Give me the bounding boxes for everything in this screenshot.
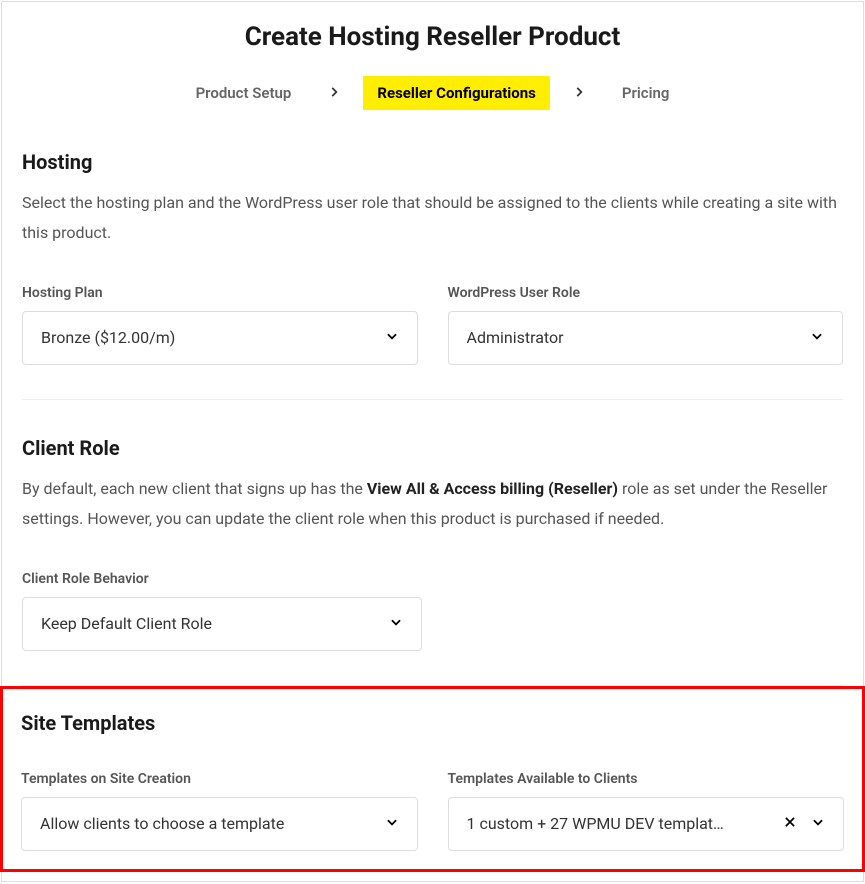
hosting-section-desc: Select the hosting plan and the WordPres… <box>22 188 843 249</box>
chevron-right-icon <box>572 84 586 103</box>
chevron-down-icon <box>811 814 825 833</box>
wp-role-label: WordPress User Role <box>448 285 844 301</box>
client-role-behavior-value: Keep Default Client Role <box>41 614 212 633</box>
wp-role-value: Administrator <box>467 328 564 347</box>
hosting-plan-label: Hosting Plan <box>22 285 418 301</box>
site-templates-section-title: Site Templates <box>21 711 844 735</box>
step-reseller-configurations[interactable]: Reseller Configurations <box>363 76 550 110</box>
client-role-behavior-label: Client Role Behavior <box>22 571 422 587</box>
divider <box>22 399 843 400</box>
templates-available-value: 1 custom + 27 WPMU DEV templat… <box>467 814 724 833</box>
step-product-setup[interactable]: Product Setup <box>182 76 306 110</box>
clear-icon[interactable] <box>783 814 797 833</box>
templates-creation-select[interactable]: Allow clients to choose a template <box>21 797 418 851</box>
chevron-down-icon <box>385 814 399 833</box>
client-role-desc-bold: View All & Access billing (Reseller) <box>367 479 618 498</box>
chevron-down-icon <box>810 328 824 347</box>
site-templates-highlight: Site Templates Templates on Site Creatio… <box>0 686 865 872</box>
wizard-steps: Product Setup Reseller Configurations Pr… <box>2 76 863 110</box>
hosting-plan-value: Bronze ($12.00/m) <box>41 328 175 347</box>
hosting-plan-select[interactable]: Bronze ($12.00/m) <box>22 311 418 365</box>
chevron-right-icon <box>327 84 341 103</box>
templates-available-select[interactable]: 1 custom + 27 WPMU DEV templat… <box>448 797 845 851</box>
chevron-down-icon <box>389 614 403 633</box>
templates-creation-value: Allow clients to choose a template <box>40 814 284 833</box>
client-role-behavior-select[interactable]: Keep Default Client Role <box>22 597 422 651</box>
templates-available-label: Templates Available to Clients <box>448 771 845 787</box>
page-title: Create Hosting Reseller Product <box>2 22 863 52</box>
templates-creation-label: Templates on Site Creation <box>21 771 418 787</box>
chevron-down-icon <box>385 328 399 347</box>
client-role-section-title: Client Role <box>22 436 843 460</box>
client-role-desc-pre: By default, each new client that signs u… <box>22 479 367 498</box>
step-pricing[interactable]: Pricing <box>608 76 684 110</box>
wp-role-select[interactable]: Administrator <box>448 311 844 365</box>
client-role-section-desc: By default, each new client that signs u… <box>22 474 843 535</box>
hosting-section-title: Hosting <box>22 150 843 174</box>
